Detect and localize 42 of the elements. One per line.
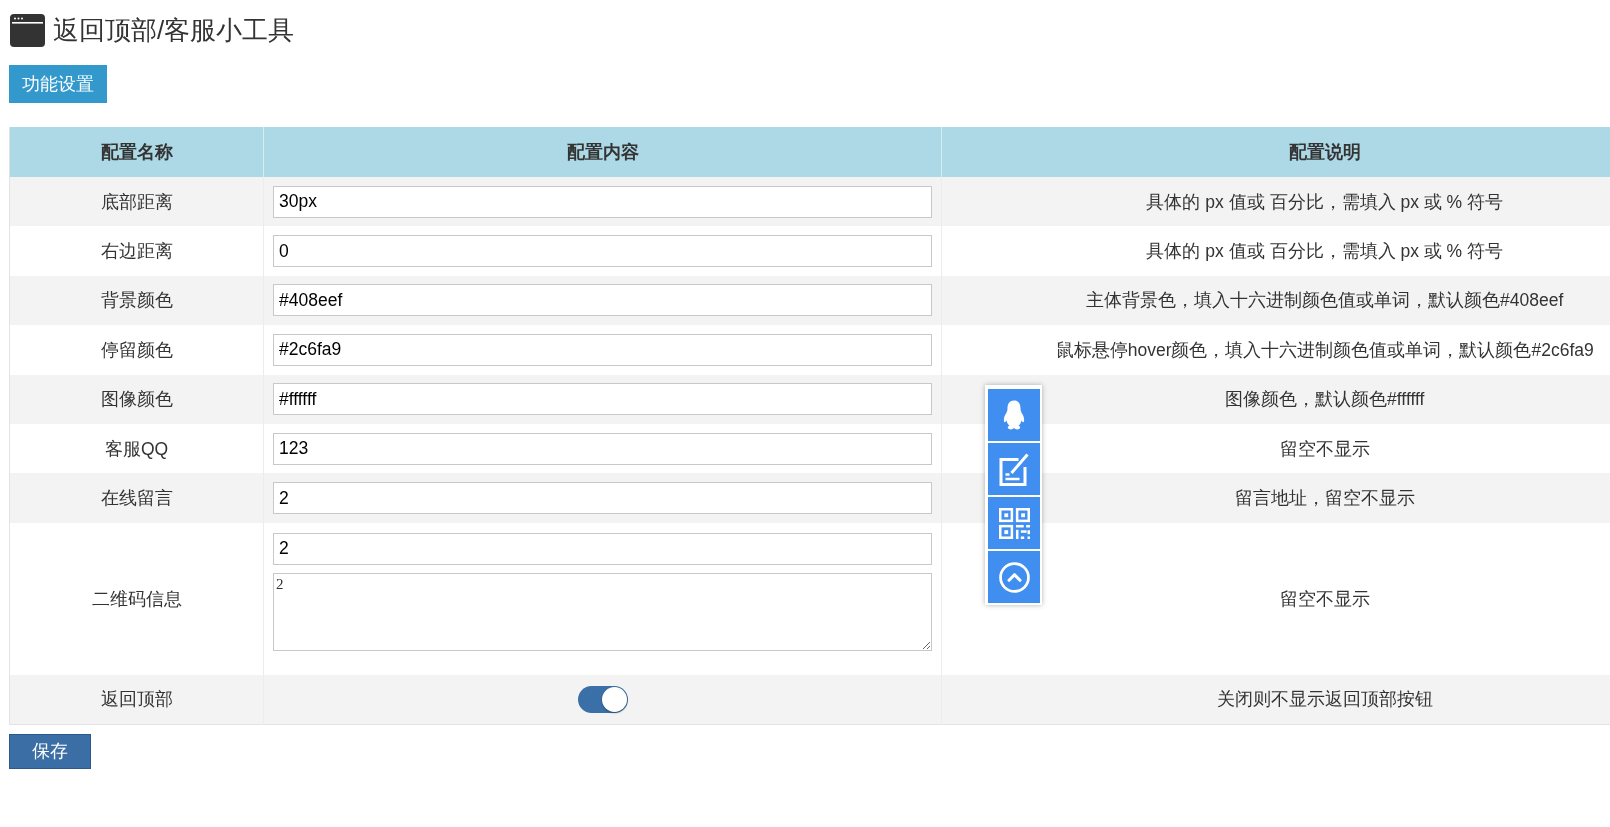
setting-name: 客服QQ: [104, 438, 169, 459]
setting-description: 具体的 px 值或 百分比，需填入 px 或 % 符号: [1146, 191, 1504, 212]
toggle-switch[interactable]: [577, 685, 628, 713]
input-field[interactable]: 30px: [273, 185, 932, 218]
edit-note-icon: [998, 452, 1030, 486]
setting-description: 留空不显示: [1279, 588, 1370, 609]
page-title: 返回顶部/客服小工具: [53, 14, 295, 47]
setting-description: 留空不显示: [1279, 438, 1370, 459]
qr-code-icon: [998, 506, 1030, 540]
setting-name: 图像颜色: [100, 389, 173, 410]
penguin-icon: [1002, 398, 1026, 432]
toolbar-button[interactable]: [988, 389, 1040, 441]
setting-description: 主体背景色，填入十六进制颜色值或单词，默认颜色#408eef: [1086, 290, 1564, 311]
setting-name: 背景颜色: [100, 290, 173, 311]
chevron-up-circle-icon: [998, 560, 1030, 594]
input-field[interactable]: 2: [273, 532, 932, 565]
setting-description: 关闭则不显示返回顶部按钮: [1216, 689, 1433, 710]
input-field[interactable]: 123: [273, 432, 932, 465]
toolbar-button[interactable]: [988, 551, 1040, 603]
setting-description: 图像颜色，默认颜色#ffffff: [1225, 389, 1425, 410]
setting-description: 具体的 px 值或 百分比，需填入 px 或 % 符号: [1146, 241, 1504, 262]
column-header: 配置说明: [1288, 142, 1361, 162]
column-header: 配置名称: [100, 142, 173, 162]
setting-name: 右边距离: [100, 241, 173, 262]
setting-name: 停留颜色: [100, 339, 173, 360]
input-field[interactable]: #2c6fa9: [273, 333, 932, 366]
toolbar-button[interactable]: [988, 443, 1040, 495]
save-button[interactable]: 保存: [9, 733, 91, 769]
setting-description: 留言地址，留空不显示: [1234, 488, 1415, 509]
setting-name: 在线留言: [100, 488, 173, 509]
input-field[interactable]: #ffffff: [273, 383, 932, 416]
setting-name: 二维码信息: [91, 588, 182, 609]
toolbar-button[interactable]: [988, 497, 1040, 549]
setting-name: 返回顶部: [100, 689, 173, 710]
column-header: 配置内容: [566, 142, 639, 162]
input-field[interactable]: #408eef: [273, 284, 932, 317]
text-area[interactable]: 2: [273, 572, 932, 651]
window-icon: [10, 14, 45, 47]
setting-description: 鼠标悬停hover颜色，填入十六进制颜色值或单词，默认颜色#2c6fa9: [1055, 339, 1594, 360]
input-field[interactable]: 0: [273, 235, 932, 268]
setting-name: 底部距离: [100, 191, 173, 212]
input-field[interactable]: 2: [273, 482, 932, 515]
